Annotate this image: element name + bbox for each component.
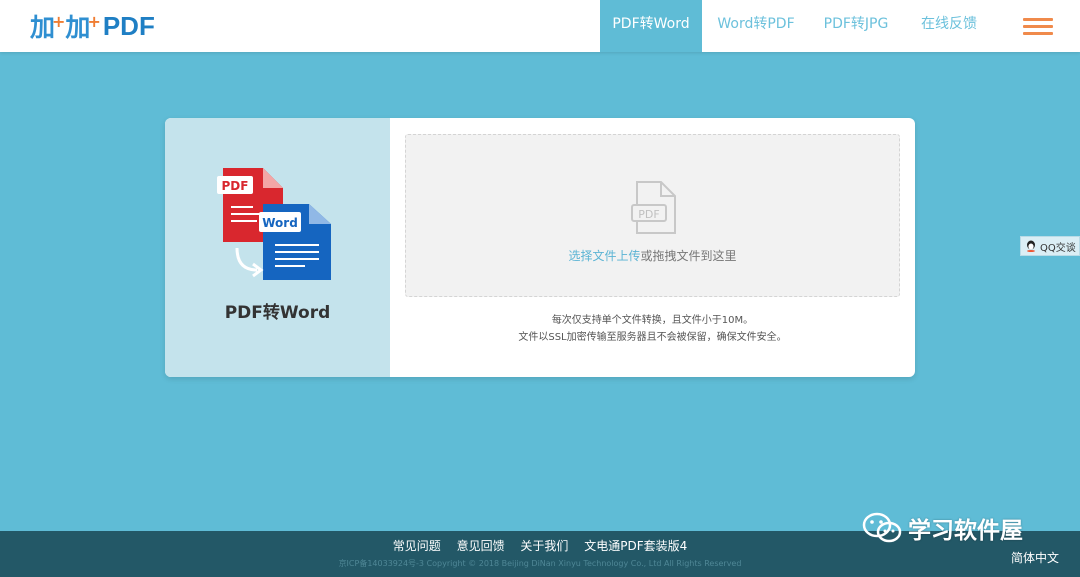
converter-info-panel: PDF Word PDF转Word [165, 118, 390, 377]
nav-word-to-pdf[interactable]: Word转PDF [702, 0, 810, 52]
nav-pdf-to-jpg[interactable]: PDF转JPG [810, 0, 902, 52]
footer-link-faq[interactable]: 常见问题 [393, 539, 441, 553]
footer-link-about[interactable]: 关于我们 [520, 539, 568, 553]
copyright-text: 京ICP备14033924号-3 Copyright © 2018 Beijin… [338, 559, 742, 568]
note-line: 文件以SSL加密传输至服务器且不会被保留，确保文件安全。 [518, 332, 787, 343]
site-logo[interactable]: 加+加+ PDF [30, 10, 155, 43]
top-header: 加+加+ PDF PDF转Word Word转PDF PDF转JPG 在线反馈 [0, 0, 1080, 52]
word-badge-text: Word [262, 216, 298, 230]
watermark-name: 学习软件屋 [908, 518, 1023, 544]
nav-pdf-to-word[interactable]: PDF转Word [600, 0, 702, 52]
nav-feedback[interactable]: 在线反馈 [902, 0, 996, 52]
dropzone-text: 选择文件上传或拖拽文件到这里 [406, 247, 899, 264]
qq-penguin-icon [1027, 240, 1035, 252]
wechat-icon [862, 512, 902, 543]
footer-link-suite[interactable]: 文电通PDF套装版4 [584, 539, 687, 553]
hamburger-icon[interactable] [996, 0, 1080, 52]
logo-mark: 加+加+ [30, 12, 101, 42]
upload-notes: 每次仅支持单个文件转换，且文件小于10M。 文件以SSL加密传输至服务器且不会被… [405, 312, 900, 346]
converter-title: PDF转Word [224, 303, 331, 323]
drag-hint: 或拖拽文件到这里 [640, 249, 737, 263]
converter-card: PDF Word PDF转Word PDF 选择文件上传或拖拽文件到这里 每次仅… [165, 118, 915, 377]
footer-link-feedback[interactable]: 意见回馈 [457, 539, 505, 553]
pdf-to-word-icon: PDF Word [217, 168, 331, 280]
wechat-watermark: 学习软件屋 [862, 512, 1023, 544]
file-icon-label: PDF [638, 208, 659, 221]
select-file-link[interactable]: 选择文件上传 [568, 249, 640, 263]
file-upload-icon: PDF [631, 181, 676, 234]
file-dropzone[interactable]: PDF 选择文件上传或拖拽文件到这里 [405, 134, 900, 297]
qq-label: QQ交谈 [1040, 242, 1076, 254]
logo-text: PDF [102, 10, 155, 41]
qq-chat-button[interactable]: QQ交谈 [1020, 236, 1080, 256]
note-line: 每次仅支持单个文件转换，且文件小于10M。 [551, 315, 754, 326]
main-nav: PDF转Word Word转PDF PDF转JPG 在线反馈 [600, 0, 1080, 52]
pdf-badge-text: PDF [222, 179, 249, 193]
language-selector[interactable]: 简体中文 [1011, 549, 1059, 566]
